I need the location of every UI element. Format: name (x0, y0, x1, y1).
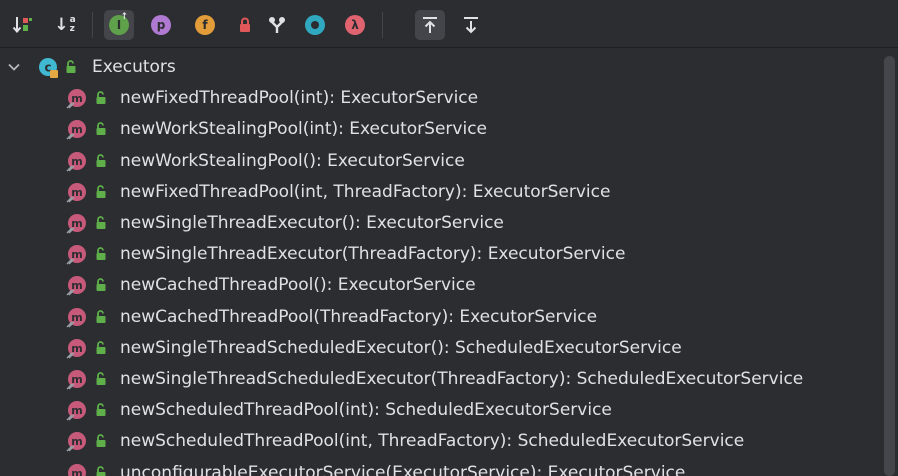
method-signature: newWorkStealingPool(): ExecutorService (120, 150, 465, 171)
show-lambdas-button[interactable]: λ (340, 10, 370, 40)
show-fields-icon: f (195, 15, 215, 35)
tree-item-method[interactable]: m newSingleThreadScheduledExecutor(): Sch… (0, 333, 880, 364)
show-non-public-button[interactable] (230, 10, 260, 40)
show-properties-icon: p (151, 15, 171, 35)
public-lock-icon (96, 91, 106, 105)
tree-root-executors[interactable]: c Executors (0, 52, 880, 83)
tree-item-method[interactable]: m newScheduledThreadPool(int): ScheduledE… (0, 395, 880, 426)
show-inherited-button[interactable]: I ↑ (104, 10, 134, 40)
show-properties-button[interactable]: p (146, 10, 176, 40)
chevron-down-icon[interactable] (6, 59, 22, 75)
sort-by-visibility-icon (12, 17, 32, 34)
group-methods-icon (269, 17, 285, 33)
tree-item-method[interactable]: m newSingleThreadExecutor(): ExecutorServ… (0, 208, 880, 239)
public-lock-icon (96, 216, 106, 229)
tree-item-method[interactable]: m newWorkStealingPool(int): ExecutorServi… (0, 114, 880, 145)
show-fields-button[interactable]: f (190, 10, 220, 40)
public-lock-icon (96, 309, 106, 323)
tree-item-method[interactable]: m newCachedThreadPool(): ExecutorService (0, 270, 880, 301)
method-icon: m (66, 151, 86, 172)
public-lock-icon (96, 153, 106, 167)
method-icon: m (68, 463, 86, 476)
tree-item-method[interactable]: m unconfigurableExecutorService(ExecutorS… (0, 458, 880, 476)
structure-toolbar: ↓ az I ↑ p f λ (0, 0, 898, 48)
structure-tree: c Executors m newFixedThreadPool(int): Ex… (0, 52, 880, 476)
method-signature: newFixedThreadPool(int, ThreadFactory): … (120, 181, 611, 202)
method-signature: newScheduledThreadPool(int): ScheduledEx… (120, 400, 612, 421)
public-lock-icon (96, 247, 106, 261)
sort-alphabetically-icon: ↓ az (54, 15, 76, 35)
show-anonymous-classes-icon (305, 15, 325, 35)
tree-item-method[interactable]: m newSingleThreadExecutor(ThreadFactory):… (0, 239, 880, 270)
method-signature: newSingleThreadExecutor(ThreadFactory): … (120, 244, 626, 265)
sort-by-visibility-button[interactable] (8, 10, 38, 40)
tree-item-method[interactable]: m newSingleThreadScheduledExecutor(Thread… (0, 364, 880, 395)
method-signature: newWorkStealingPool(int): ExecutorServic… (120, 119, 488, 140)
tree-item-method[interactable]: m newScheduledThreadPool(int, ThreadFacto… (0, 426, 880, 457)
method-icon: m (66, 214, 86, 234)
autoscroll-to-source-button[interactable] (415, 10, 445, 40)
method-icon: m (66, 370, 86, 390)
method-icon: m (66, 120, 86, 140)
show-lambdas-icon: λ (345, 15, 365, 35)
sort-alphabetically-button[interactable]: ↓ az (50, 10, 80, 40)
svg-text:m: m (71, 467, 82, 476)
method-signature: unconfigurableExecutorService(ExecutorSe… (120, 462, 686, 476)
tree-item-method[interactable]: m newCachedThreadPool(ThreadFactory): Exe… (0, 302, 880, 333)
method-icon: m (66, 432, 86, 452)
public-lock-icon (96, 278, 106, 292)
public-lock-icon (96, 434, 106, 448)
show-inherited-icon: I ↑ (109, 12, 129, 35)
public-lock-icon (96, 372, 106, 385)
public-lock-icon (96, 403, 106, 417)
method-signature: newSingleThreadExecutor(): ExecutorServi… (120, 213, 504, 233)
show-anonymous-classes-button[interactable] (300, 10, 330, 40)
public-lock-icon (96, 340, 106, 354)
group-methods-button[interactable] (262, 10, 292, 40)
tree-item-method[interactable]: m newWorkStealingPool(): ExecutorService (0, 146, 880, 177)
method-icon: m (66, 338, 86, 359)
method-icon: m (66, 245, 86, 265)
tree-root-label: Executors (92, 57, 176, 77)
method-icon: m (66, 182, 86, 203)
method-signature: newSingleThreadScheduledExecutor(ThreadF… (120, 369, 804, 389)
method-signature: newCachedThreadPool(): ExecutorService (120, 275, 476, 296)
toolbar-separator (92, 12, 93, 38)
method-icon: m (66, 89, 86, 109)
autoscroll-from-source-icon (464, 17, 478, 34)
autoscroll-to-source-icon (423, 17, 437, 33)
public-lock-icon (96, 184, 106, 198)
public-lock-icon (96, 465, 106, 476)
lock-icon (240, 17, 250, 32)
autoscroll-from-source-button[interactable] (456, 10, 486, 40)
public-lock-icon (96, 122, 106, 136)
method-icon: m (66, 307, 86, 328)
method-icon: m (66, 401, 86, 421)
tree-item-method[interactable]: m newFixedThreadPool(int, ThreadFactory):… (0, 177, 880, 208)
method-signature: newSingleThreadScheduledExecutor(): Sche… (120, 337, 682, 358)
public-lock-icon (66, 60, 76, 73)
method-signature: newCachedThreadPool(ThreadFactory): Exec… (120, 306, 598, 327)
vertical-scrollbar[interactable] (884, 56, 895, 476)
method-icon: m (66, 276, 86, 296)
class-icon: c (39, 58, 58, 78)
method-signature: newScheduledThreadPool(int, ThreadFactor… (120, 431, 745, 452)
toolbar-separator (382, 12, 383, 38)
tree-item-method[interactable]: m newFixedThreadPool(int): ExecutorServic… (0, 83, 880, 114)
method-signature: newFixedThreadPool(int): ExecutorService (120, 88, 479, 109)
